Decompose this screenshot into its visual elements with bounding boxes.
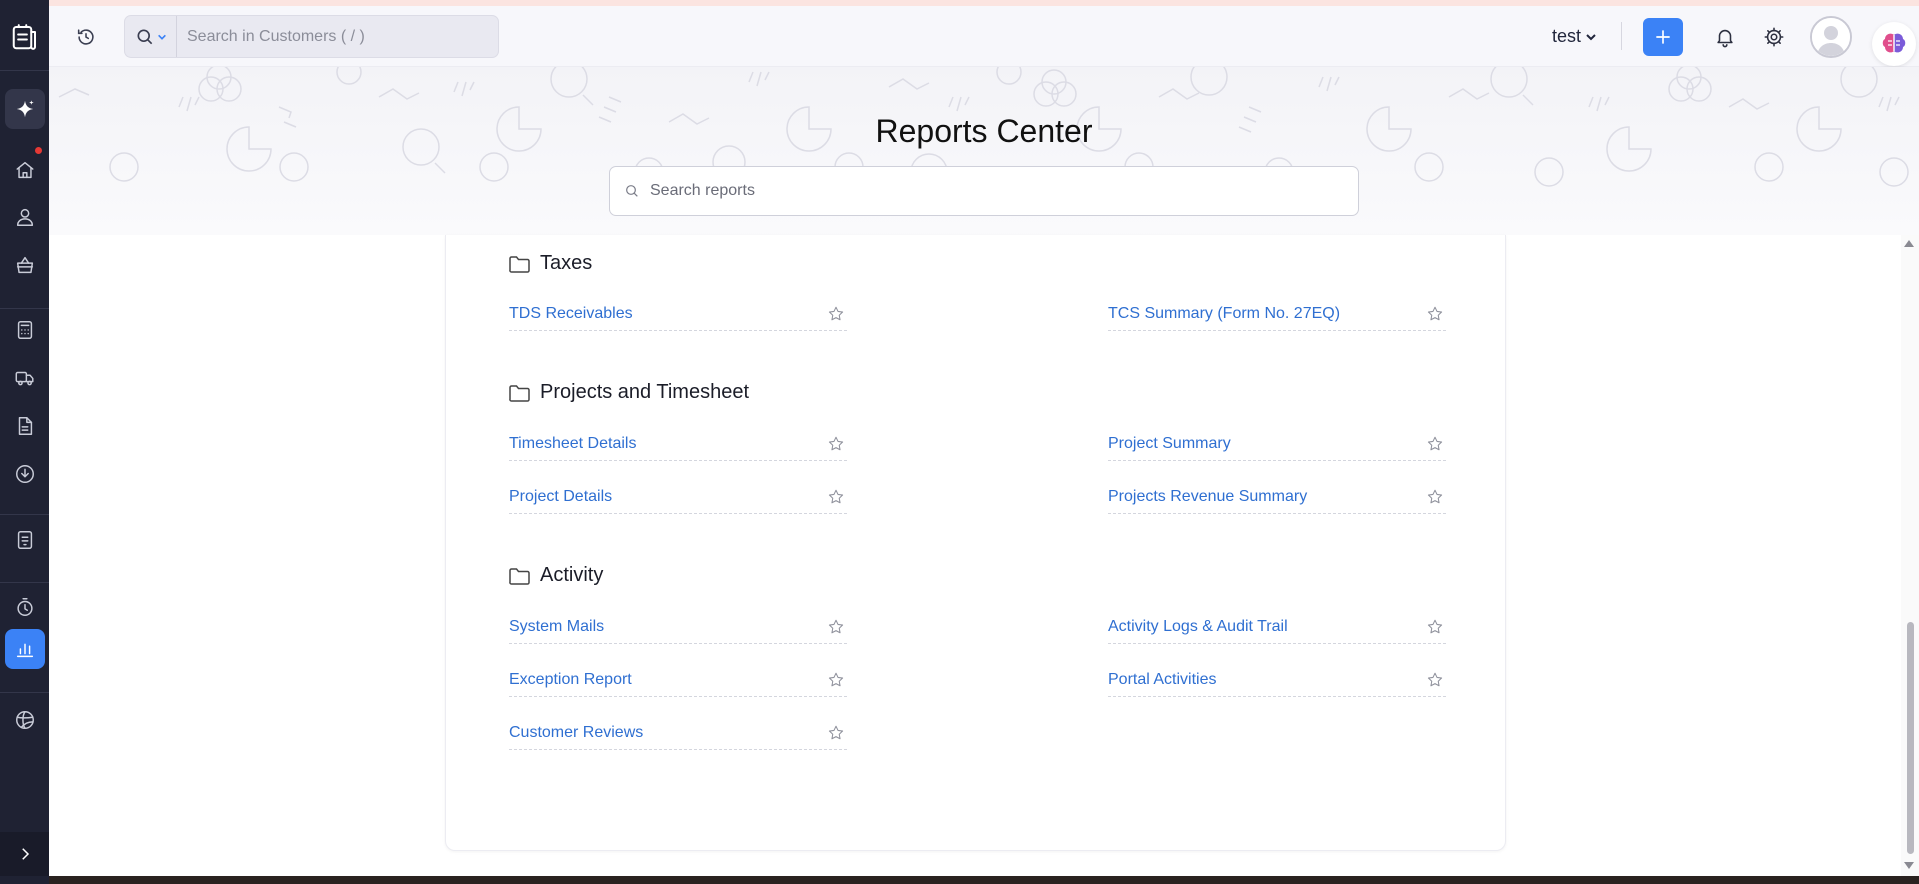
time-tracking-stopwatch-icon[interactable] (5, 587, 45, 627)
report-row: Activity Logs & Audit Trail (1108, 610, 1446, 644)
favorite-star-icon[interactable] (1426, 435, 1444, 453)
notifications-bell-icon[interactable] (1712, 24, 1738, 50)
settings-gear-icon[interactable] (1761, 24, 1787, 50)
favorite-star-icon[interactable] (827, 435, 845, 453)
download-icon[interactable] (5, 454, 45, 494)
chevron-right-icon (21, 848, 29, 860)
reports-header-banner: Reports Center (49, 67, 1919, 235)
report-search-box (609, 166, 1359, 216)
report-link[interactable]: System Mails (509, 618, 604, 636)
report-row: Timesheet Details (509, 427, 847, 461)
section-header-projects-and-timesheet: Projects and Timesheet (509, 381, 749, 404)
report-row: TDS Receivables (509, 297, 847, 331)
folder-icon (509, 567, 530, 585)
page-title: Reports Center (875, 113, 1093, 149)
reports-bar-chart-icon[interactable] (5, 629, 45, 669)
report-link[interactable]: TCS Summary (Form No. 27EQ) (1108, 305, 1340, 323)
sidebar-divider (0, 692, 49, 693)
user-avatar[interactable] (1810, 16, 1852, 58)
favorite-star-icon[interactable] (1426, 671, 1444, 689)
section-title: Taxes (540, 252, 593, 274)
section-title: Activity (540, 564, 604, 586)
report-link[interactable]: Timesheet Details (509, 435, 636, 453)
report-row: Projects Revenue Summary (1108, 480, 1446, 514)
sidebar-divider (0, 514, 49, 515)
folder-icon (509, 255, 530, 273)
report-link[interactable]: Portal Activities (1108, 671, 1216, 689)
section-header-taxes: Taxes (509, 252, 592, 275)
report-row: Portal Activities (1108, 663, 1446, 697)
quick-create-button[interactable] (1643, 18, 1683, 56)
global-search-input[interactable] (177, 27, 477, 46)
search-icon (137, 29, 152, 44)
report-link[interactable]: Exception Report (509, 671, 632, 689)
report-link[interactable]: Project Details (509, 488, 612, 506)
report-link[interactable]: TDS Receivables (509, 305, 633, 323)
favorite-star-icon[interactable] (1426, 618, 1444, 636)
search-icon (626, 185, 638, 197)
favorite-star-icon[interactable] (827, 724, 845, 742)
topbar-separator (1621, 22, 1622, 50)
documents-icon[interactable] (5, 406, 45, 446)
favorite-star-icon[interactable] (1426, 488, 1444, 506)
scroll-down-arrow[interactable] (1904, 862, 1914, 869)
chevron-down-icon (157, 34, 166, 40)
taskbar-strip (49, 876, 1919, 884)
scrollbar-thumb[interactable] (1907, 622, 1914, 854)
report-link[interactable]: Project Summary (1108, 435, 1231, 453)
report-row: Customer Reviews (509, 716, 847, 750)
organization-switcher[interactable]: test (1552, 26, 1597, 47)
report-link[interactable]: Customer Reviews (509, 724, 643, 742)
home-icon[interactable] (5, 150, 45, 190)
favorite-star-icon[interactable] (827, 305, 845, 323)
report-row: System Mails (509, 610, 847, 644)
favorite-star-icon[interactable] (1426, 305, 1444, 323)
sidebar-expand-button[interactable] (0, 832, 49, 876)
integrations-globe-icon[interactable] (5, 700, 45, 740)
report-row: Exception Report (509, 663, 847, 697)
customers-icon[interactable] (5, 197, 45, 237)
receipts-icon[interactable] (5, 520, 45, 560)
global-search-box (124, 15, 499, 58)
sidebar (0, 0, 49, 884)
folder-icon (509, 384, 530, 402)
organization-name: test (1552, 26, 1582, 46)
report-link[interactable]: Projects Revenue Summary (1108, 488, 1307, 506)
section-title: Projects and Timesheet (540, 381, 749, 403)
accountant-calculator-icon[interactable] (5, 310, 45, 350)
top-bar: test (49, 6, 1919, 67)
recent-activity-refresh-icon[interactable] (73, 24, 99, 50)
report-row: TCS Summary (Form No. 27EQ) (1108, 297, 1446, 331)
report-link[interactable]: Activity Logs & Audit Trail (1108, 618, 1288, 636)
ai-assistant-brain-icon[interactable] (1872, 22, 1916, 66)
search-module-dropdown[interactable] (125, 16, 177, 57)
sidebar-divider (0, 308, 49, 309)
favorite-star-icon[interactable] (827, 618, 845, 636)
report-search-input[interactable] (640, 182, 1320, 200)
scroll-up-arrow[interactable] (1904, 240, 1914, 247)
home-notification-dot (34, 146, 43, 155)
section-header-activity: Activity (509, 564, 603, 587)
delivery-truck-icon[interactable] (5, 358, 45, 398)
report-row: Project Summary (1108, 427, 1446, 461)
items-basket-icon[interactable] (5, 245, 45, 285)
reports-list-card: Taxes TDS Receivables TCS Summary (Form … (445, 235, 1506, 851)
sidebar-divider (0, 70, 49, 71)
zia-ai-icon[interactable] (5, 89, 45, 129)
app-logo-icon[interactable] (5, 17, 45, 57)
plus-icon (1656, 30, 1670, 44)
sidebar-divider (0, 582, 49, 583)
chevron-down-icon (1586, 33, 1596, 40)
favorite-star-icon[interactable] (827, 488, 845, 506)
favorite-star-icon[interactable] (827, 671, 845, 689)
report-row: Project Details (509, 480, 847, 514)
